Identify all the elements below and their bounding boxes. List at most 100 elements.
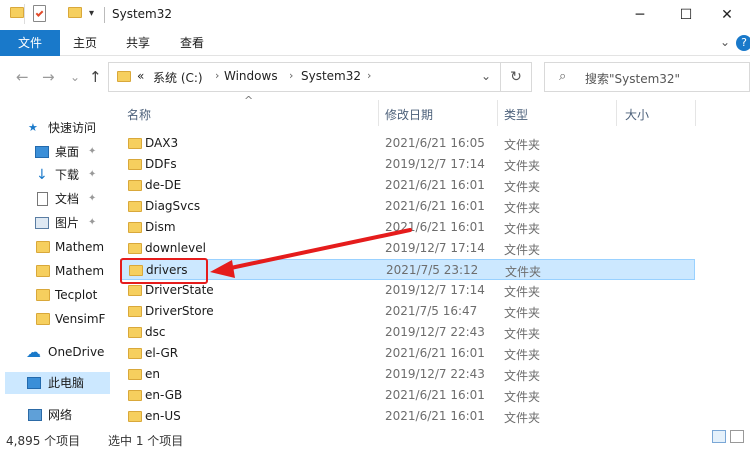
pictures-icon	[35, 217, 49, 229]
pin-icon[interactable]: ✦	[88, 212, 96, 234]
list-item[interactable]: downlevel 2019/12/7 17:14 文件夹	[120, 238, 695, 259]
list-item[interactable]: DDFs 2019/12/7 17:14 文件夹	[120, 154, 695, 175]
details-view-icon[interactable]	[712, 430, 726, 443]
pin-icon[interactable]: ✦	[88, 141, 96, 163]
help-icon[interactable]: ?	[736, 35, 750, 51]
nav-item-network[interactable]: 网络	[0, 404, 110, 426]
file-date: 2019/12/7 17:14	[385, 283, 485, 297]
pin-icon[interactable]: ✦	[88, 164, 96, 186]
column-header: 名称 修改日期 类型 大小	[120, 100, 750, 126]
nav-item-folder[interactable]: VensimF	[0, 308, 110, 330]
column-name[interactable]: 名称	[127, 106, 151, 123]
up-button[interactable]: ↑	[89, 68, 102, 86]
file-type: 文件夹	[504, 306, 541, 320]
file-date: 2021/6/21 16:01	[385, 346, 485, 360]
large-icons-view-icon[interactable]	[730, 430, 744, 443]
window-title: System32	[112, 7, 173, 21]
list-item[interactable]: el-GR 2021/6/21 16:01 文件夹	[120, 343, 695, 364]
nav-item-documents[interactable]: 文档 ✦	[0, 188, 110, 210]
properties-icon[interactable]	[33, 5, 46, 22]
folder-icon	[128, 201, 142, 212]
star-icon: ★	[28, 121, 38, 134]
file-date: 2021/6/21 16:05	[385, 136, 485, 150]
search-input[interactable]: ⌕ 搜索"System32"	[544, 62, 750, 92]
nav-item-desktop[interactable]: 桌面 ✦	[0, 141, 110, 163]
new-folder-icon[interactable]	[68, 7, 82, 18]
nav-item-onedrive[interactable]: ☁ OneDrive	[0, 341, 110, 363]
file-date: 2019/12/7 22:43	[385, 325, 485, 339]
folder-icon	[128, 411, 142, 422]
file-date: 2021/6/21 16:01	[385, 388, 485, 402]
column-divider[interactable]	[695, 100, 696, 126]
list-item[interactable]: DAX3 2021/6/21 16:05 文件夹	[120, 133, 695, 154]
column-divider[interactable]	[497, 100, 498, 126]
nav-label: VensimF	[55, 312, 106, 326]
file-type: 文件夹	[504, 159, 541, 173]
breadcrumb-windows[interactable]: Windows	[224, 69, 278, 83]
highlight-box	[120, 258, 208, 284]
breadcrumb-system32[interactable]: System32	[301, 69, 361, 83]
folder-icon	[128, 390, 142, 401]
folder-icon	[128, 369, 142, 380]
network-icon	[28, 409, 42, 421]
list-item[interactable]: dsc 2019/12/7 22:43 文件夹	[120, 322, 695, 343]
expand-ribbon-icon[interactable]: ⌄	[720, 35, 730, 49]
list-item[interactable]: DiagSvcs 2021/6/21 16:01 文件夹	[120, 196, 695, 217]
address-bar[interactable]: « 系统 (C:) › Windows › System32 › ⌄	[108, 62, 532, 92]
back-button[interactable]: ←	[16, 68, 29, 86]
address-overflow-button[interactable]: «	[137, 69, 144, 83]
breadcrumb-separator[interactable]: ›	[215, 69, 219, 82]
file-type: 文件夹	[504, 243, 541, 257]
refresh-button[interactable]: ↻	[500, 62, 532, 92]
pin-icon[interactable]: ✦	[88, 188, 96, 210]
file-type: 文件夹	[504, 327, 541, 341]
list-item[interactable]: en-US 2021/6/21 16:01 文件夹	[120, 406, 695, 427]
nav-item-folder[interactable]: Mathem	[0, 260, 110, 282]
nav-label: OneDrive	[48, 345, 105, 359]
nav-item-folder[interactable]: Mathem	[0, 236, 110, 258]
column-type[interactable]: 类型	[504, 106, 528, 123]
address-dropdown-icon[interactable]: ⌄	[481, 69, 491, 83]
list-item[interactable]: en-GB 2021/6/21 16:01 文件夹	[120, 385, 695, 406]
folder-icon	[128, 327, 142, 338]
desktop-icon	[35, 146, 49, 158]
recent-locations-button[interactable]: ⌄	[70, 70, 80, 84]
file-date: 2019/12/7 17:14	[385, 241, 485, 255]
customize-toolbar-icon[interactable]: ▾	[89, 8, 94, 19]
navigation-pane: ★ 快速访问 桌面 ✦ ↓ 下载 ✦ 文档 ✦ 图片 ✦ Mathem Math…	[0, 100, 110, 430]
file-name: en	[145, 367, 160, 381]
file-type: 文件夹	[504, 285, 541, 299]
tab-share[interactable]: 共享	[112, 30, 164, 56]
column-date[interactable]: 修改日期	[385, 106, 433, 123]
breadcrumb-separator[interactable]: ›	[289, 69, 293, 82]
file-type: 文件夹	[504, 180, 541, 194]
tab-home[interactable]: 主页	[60, 30, 110, 56]
ribbon-tabs: 文件 主页 共享 查看 ⌄ ?	[0, 30, 750, 56]
column-divider[interactable]	[378, 100, 379, 126]
nav-quick-access[interactable]: ★ 快速访问	[0, 117, 110, 139]
list-item[interactable]: en 2019/12/7 22:43 文件夹	[120, 364, 695, 385]
file-name: DriverState	[145, 283, 214, 297]
nav-item-downloads[interactable]: ↓ 下载 ✦	[0, 164, 110, 186]
file-name: en-GB	[145, 388, 183, 402]
breadcrumb-drive[interactable]: 系统 (C:)	[153, 69, 203, 86]
nav-item-this-pc[interactable]: 此电脑	[5, 372, 110, 394]
search-icon: ⌕	[559, 69, 567, 84]
tab-file[interactable]: 文件	[0, 30, 60, 56]
close-button[interactable]: ✕	[704, 0, 750, 30]
maximize-button[interactable]: ☐	[663, 0, 709, 30]
minimize-button[interactable]: ─	[617, 0, 663, 30]
tab-view[interactable]: 查看	[166, 30, 218, 56]
file-name: DAX3	[145, 136, 179, 150]
forward-button[interactable]: →	[42, 68, 55, 86]
breadcrumb-separator[interactable]: ›	[367, 69, 371, 82]
nav-item-pictures[interactable]: 图片 ✦	[0, 212, 110, 234]
column-divider[interactable]	[616, 100, 617, 126]
nav-item-folder[interactable]: Tecplot	[0, 284, 110, 306]
list-item[interactable]: DriverStore 2021/7/5 16:47 文件夹	[120, 301, 695, 322]
divider	[104, 7, 105, 23]
list-item[interactable]: Dism 2021/6/21 16:01 文件夹	[120, 217, 695, 238]
folder-icon	[128, 285, 142, 296]
list-item[interactable]: de-DE 2021/6/21 16:01 文件夹	[120, 175, 695, 196]
column-size[interactable]: 大小	[625, 106, 649, 123]
